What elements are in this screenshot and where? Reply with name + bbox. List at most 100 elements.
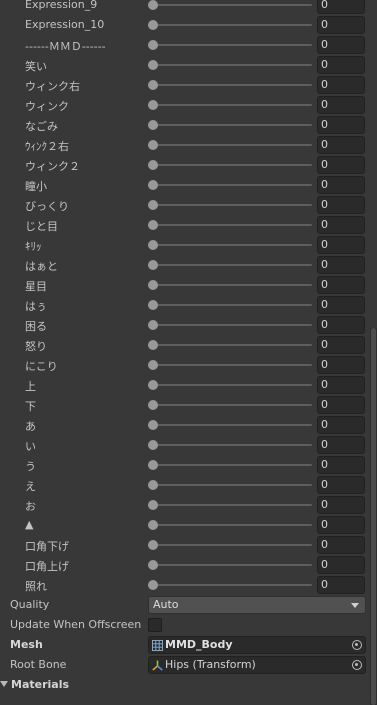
blendshape-slider[interactable] xyxy=(148,179,312,191)
blendshape-value-field[interactable]: 0 xyxy=(317,256,365,274)
slider-thumb[interactable] xyxy=(148,100,158,110)
blendshape-value-field[interactable]: 0 xyxy=(317,316,365,334)
slider-track[interactable] xyxy=(148,144,312,146)
slider-track[interactable] xyxy=(148,444,312,446)
object-picker-icon[interactable] xyxy=(352,660,362,670)
blendshape-slider[interactable] xyxy=(148,439,312,451)
slider-thumb[interactable] xyxy=(148,200,158,210)
blendshape-value-field[interactable]: 0 xyxy=(317,556,365,574)
slider-track[interactable] xyxy=(148,64,312,66)
blendshape-value-field[interactable]: 0 xyxy=(317,56,365,74)
slider-thumb[interactable] xyxy=(148,260,158,270)
quality-dropdown[interactable]: Auto xyxy=(148,596,366,614)
blendshape-slider[interactable] xyxy=(148,79,312,91)
blendshape-slider[interactable] xyxy=(148,539,312,551)
blendshape-slider[interactable] xyxy=(148,559,312,571)
slider-thumb[interactable] xyxy=(148,220,158,230)
slider-thumb[interactable] xyxy=(148,120,158,130)
blendshape-slider[interactable] xyxy=(148,19,312,31)
materials-foldout[interactable]: Materials xyxy=(0,675,377,695)
blendshape-value-field[interactable]: 0 xyxy=(317,216,365,234)
blendshape-slider[interactable] xyxy=(148,0,312,11)
blendshape-value-field[interactable]: 0 xyxy=(317,336,365,354)
slider-thumb[interactable] xyxy=(148,560,158,570)
slider-track[interactable] xyxy=(148,584,312,586)
slider-thumb[interactable] xyxy=(148,20,158,30)
blendshape-slider[interactable] xyxy=(148,299,312,311)
slider-track[interactable] xyxy=(148,424,312,426)
blendshape-slider[interactable] xyxy=(148,319,312,331)
slider-track[interactable] xyxy=(148,304,312,306)
slider-track[interactable] xyxy=(148,404,312,406)
blendshape-slider[interactable] xyxy=(148,399,312,411)
blendshape-slider[interactable] xyxy=(148,359,312,371)
slider-track[interactable] xyxy=(148,384,312,386)
blendshape-value-field[interactable]: 0 xyxy=(317,516,365,534)
slider-track[interactable] xyxy=(148,24,312,26)
slider-thumb[interactable] xyxy=(148,460,158,470)
slider-thumb[interactable] xyxy=(148,380,158,390)
slider-track[interactable] xyxy=(148,164,312,166)
slider-track[interactable] xyxy=(148,244,312,246)
foldout-arrow-icon[interactable] xyxy=(0,681,8,687)
slider-thumb[interactable] xyxy=(148,240,158,250)
blendshape-value-field[interactable]: 0 xyxy=(317,356,365,374)
blendshape-slider[interactable] xyxy=(148,99,312,111)
slider-thumb[interactable] xyxy=(148,320,158,330)
blendshape-value-field[interactable]: 0 xyxy=(317,196,365,214)
blendshape-slider[interactable] xyxy=(148,459,312,471)
update-offscreen-checkbox[interactable] xyxy=(148,618,162,632)
blendshape-slider[interactable] xyxy=(148,519,312,531)
blendshape-value-field[interactable]: 0 xyxy=(317,456,365,474)
slider-thumb[interactable] xyxy=(148,300,158,310)
blendshape-slider[interactable] xyxy=(148,279,312,291)
blendshape-slider[interactable] xyxy=(148,499,312,511)
slider-track[interactable] xyxy=(148,44,312,46)
blendshape-value-field[interactable]: 0 xyxy=(317,116,365,134)
blendshape-value-field[interactable]: 0 xyxy=(317,536,365,554)
slider-track[interactable] xyxy=(148,504,312,506)
blendshape-slider[interactable] xyxy=(148,59,312,71)
blendshape-slider[interactable] xyxy=(148,219,312,231)
blendshape-value-field[interactable]: 0 xyxy=(317,496,365,514)
slider-track[interactable] xyxy=(148,224,312,226)
blendshape-value-field[interactable]: 0 xyxy=(317,376,365,394)
slider-thumb[interactable] xyxy=(148,520,158,530)
slider-thumb[interactable] xyxy=(148,60,158,70)
blendshape-value-field[interactable]: 0 xyxy=(317,76,365,94)
blendshape-slider[interactable] xyxy=(148,259,312,271)
mesh-field[interactable]: MMD_Body xyxy=(148,636,366,654)
slider-track[interactable] xyxy=(148,4,312,6)
blendshape-value-field[interactable]: 0 xyxy=(317,16,365,34)
slider-thumb[interactable] xyxy=(148,180,158,190)
slider-thumb[interactable] xyxy=(148,400,158,410)
slider-track[interactable] xyxy=(148,204,312,206)
blendshape-value-field[interactable]: 0 xyxy=(317,136,365,154)
blendshape-value-field[interactable]: 0 xyxy=(317,236,365,254)
blendshape-value-field[interactable]: 0 xyxy=(317,476,365,494)
slider-thumb[interactable] xyxy=(148,480,158,490)
blendshape-slider[interactable] xyxy=(148,239,312,251)
slider-track[interactable] xyxy=(148,564,312,566)
slider-track[interactable] xyxy=(148,344,312,346)
vertical-scrollbar[interactable] xyxy=(370,328,377,705)
slider-thumb[interactable] xyxy=(148,280,158,290)
blendshape-slider[interactable] xyxy=(148,39,312,51)
blendshape-value-field[interactable]: 0 xyxy=(317,0,365,14)
blendshape-value-field[interactable]: 0 xyxy=(317,416,365,434)
slider-thumb[interactable] xyxy=(148,540,158,550)
slider-thumb[interactable] xyxy=(148,500,158,510)
slider-thumb[interactable] xyxy=(148,40,158,50)
slider-track[interactable] xyxy=(148,184,312,186)
blendshape-slider[interactable] xyxy=(148,339,312,351)
slider-track[interactable] xyxy=(148,264,312,266)
blendshape-slider[interactable] xyxy=(148,379,312,391)
blendshape-slider[interactable] xyxy=(148,139,312,151)
slider-thumb[interactable] xyxy=(148,0,158,10)
blendshape-slider[interactable] xyxy=(148,199,312,211)
blendshape-value-field[interactable]: 0 xyxy=(317,96,365,114)
slider-track[interactable] xyxy=(148,124,312,126)
slider-track[interactable] xyxy=(148,104,312,106)
blendshape-slider[interactable] xyxy=(148,119,312,131)
slider-thumb[interactable] xyxy=(148,340,158,350)
